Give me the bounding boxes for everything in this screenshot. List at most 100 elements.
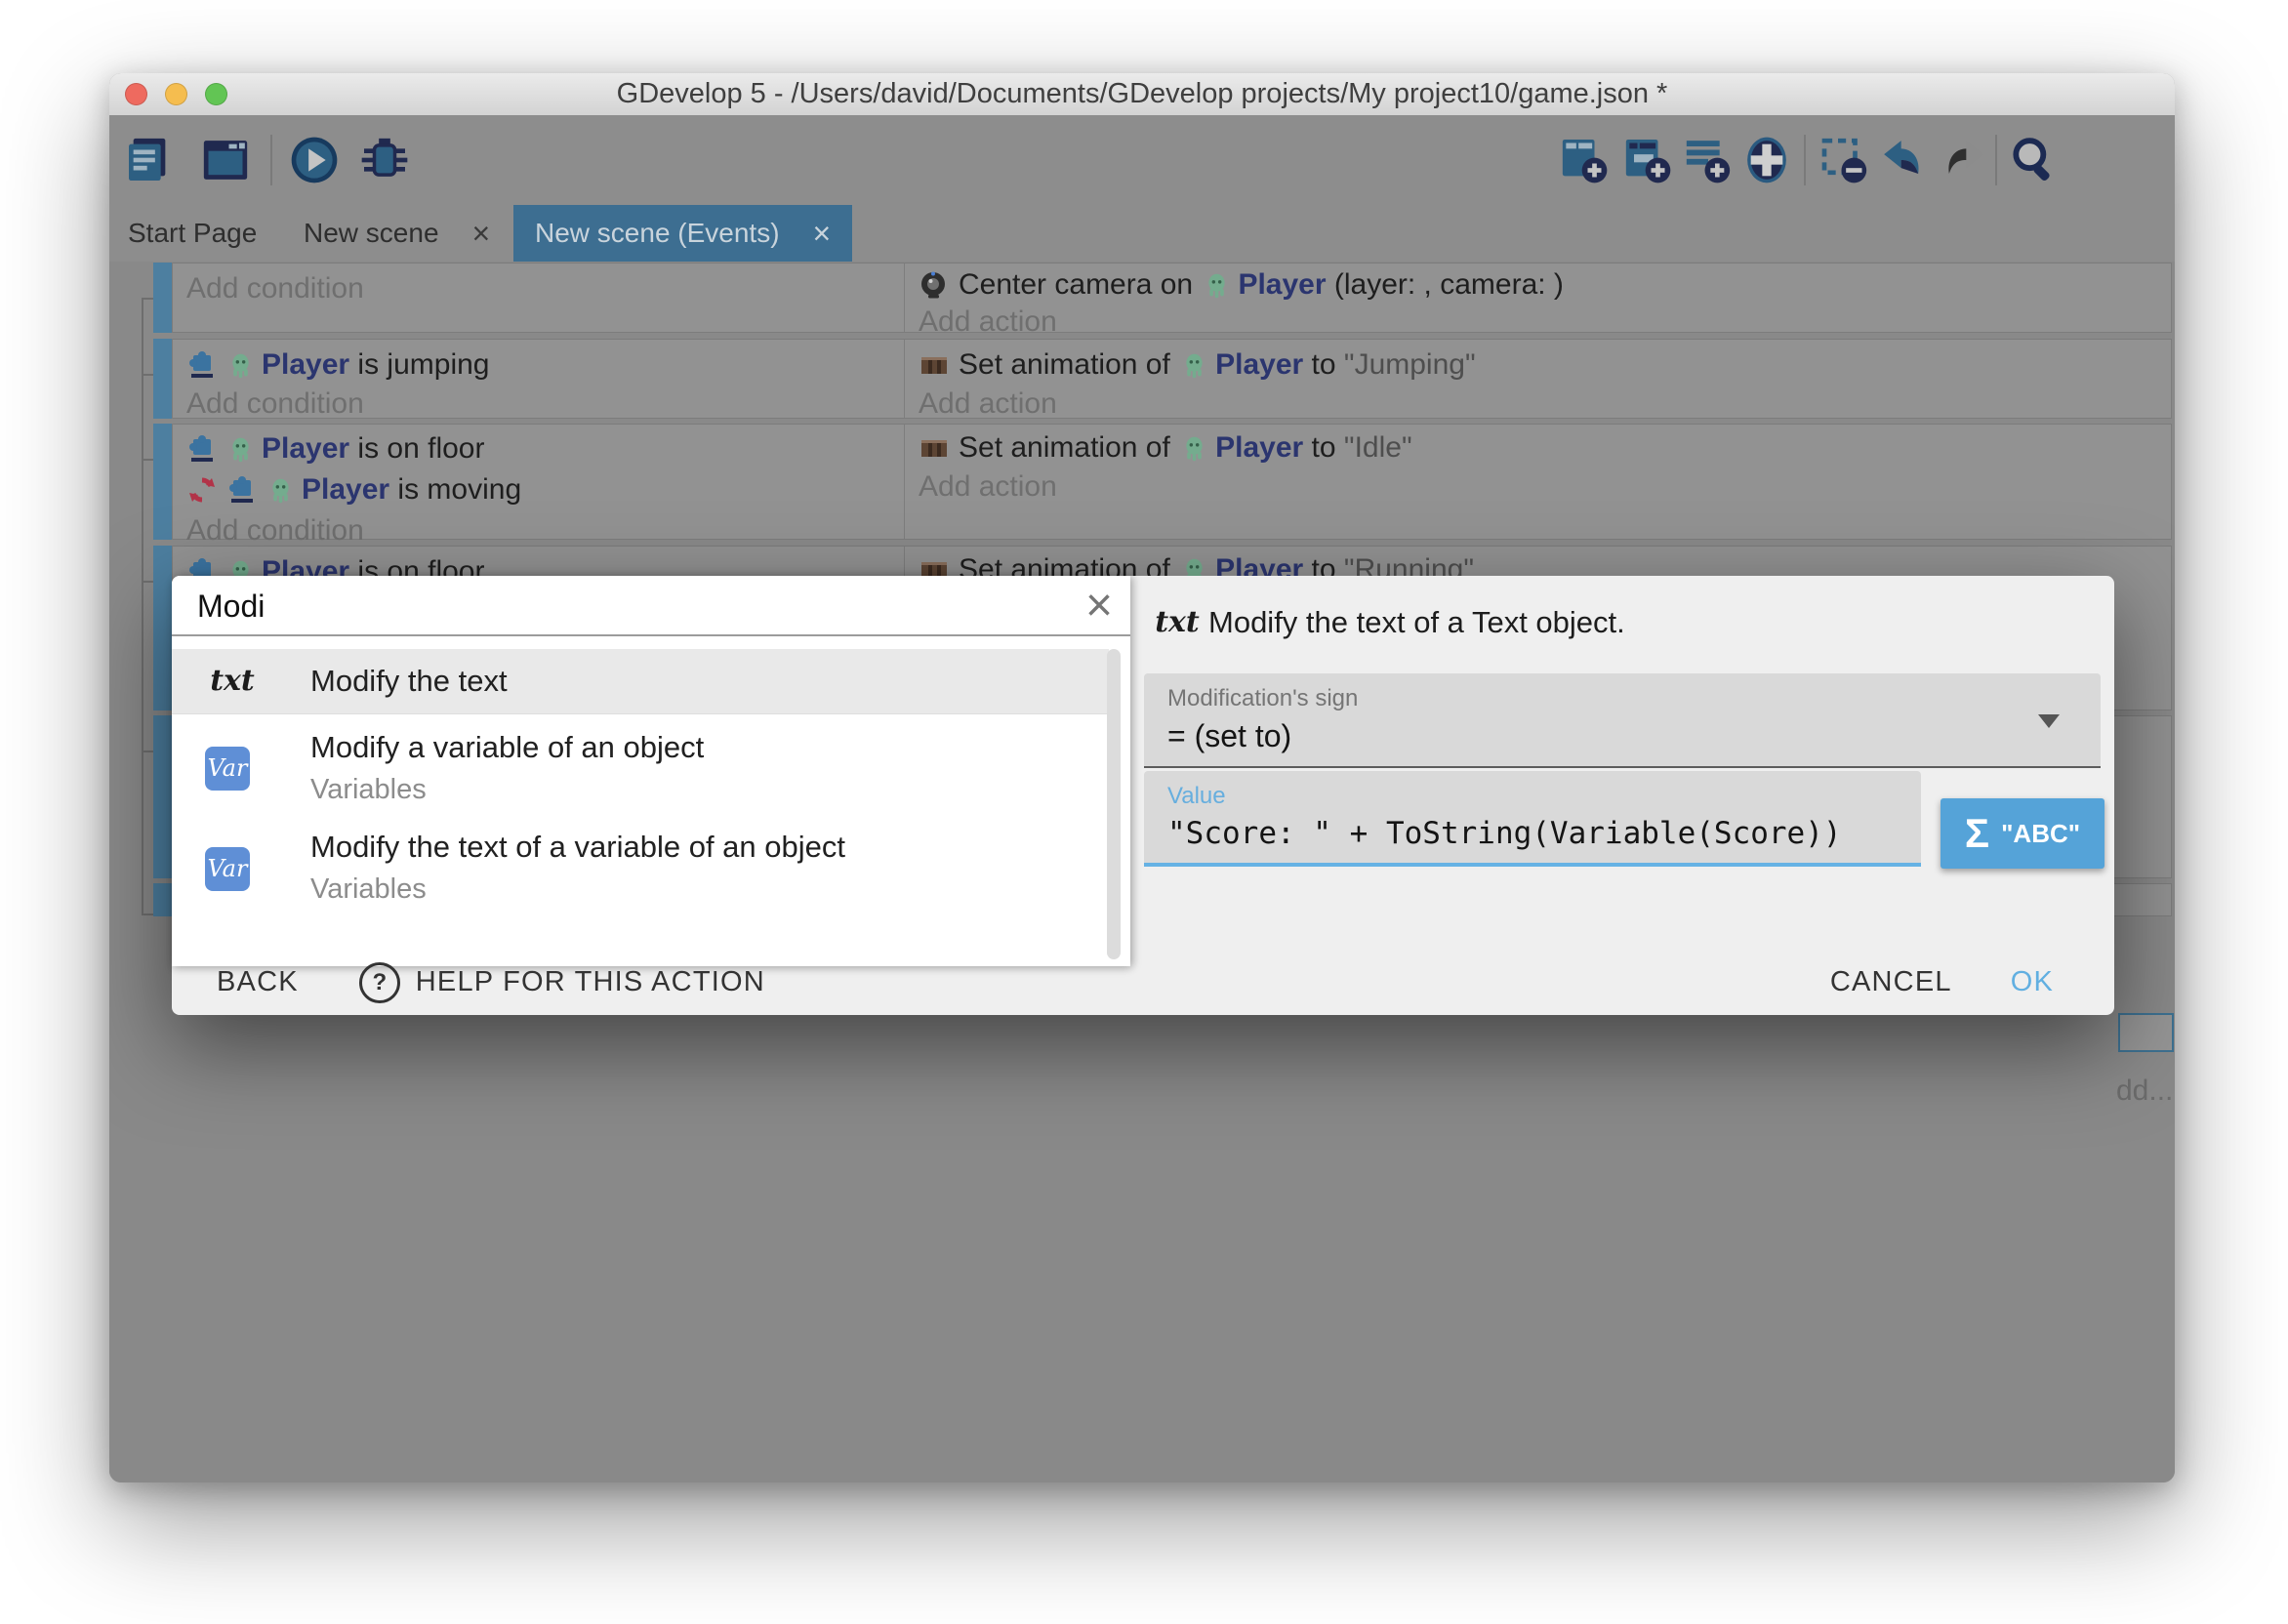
tab-start-page[interactable]: Start Page [128,205,257,262]
add-condition-button[interactable]: Add condition [186,511,898,550]
debug-icon[interactable] [357,133,412,187]
dropdown-caret-icon [2038,714,2060,728]
add-event-icon[interactable] [1557,133,1612,187]
close-icon[interactable]: × [1085,578,1113,634]
dialog-title: Modify the text of a Text object. [1208,595,1625,650]
object-name: Player [262,348,349,382]
tab-bar: Start Page New scene × New scene (Events… [109,205,2175,262]
object-name: Player [1238,268,1326,302]
camera-icon [919,269,950,301]
list-item-modify-variable[interactable]: Var Modify a variable of an object Varia… [172,722,1109,816]
animation-icon [919,349,950,381]
object-icon [1180,351,1208,380]
toolbar: Start Page New scene × New scene (Events… [109,115,2175,262]
remove-selection-icon[interactable] [1818,133,1872,187]
search-icon[interactable] [2007,133,2062,187]
action-parameter: "Idle" [1344,431,1412,465]
play-icon[interactable] [287,133,342,187]
expression-editor-button[interactable]: Σ "ABC" [1941,798,2104,869]
variable-icon: Var [205,747,250,791]
behavior-icon [186,349,218,381]
help-button[interactable]: ? HELP FOR THIS ACTION [359,962,765,1003]
project-manager-icon[interactable] [122,133,177,187]
list-scrollbar[interactable] [1107,649,1121,959]
object-icon [226,435,255,464]
toolbar-separator [1804,135,1806,185]
text-object-icon: txt [1150,595,1205,650]
condition-text[interactable]: Player is on floor [186,429,898,468]
condition-text[interactable]: Player is moving [186,470,898,509]
condition-text[interactable]: Player is jumping [186,345,898,385]
add-new-icon[interactable] [1739,133,1794,187]
back-button[interactable]: BACK [217,966,299,998]
window-title: GDevelop 5 - /Users/david/Documents/GDev… [109,73,2175,115]
conditions-cell: Add condition [173,264,904,332]
inline-field-fragment [2118,1013,2174,1052]
field-label: Value [1167,783,1226,810]
add-action-button[interactable]: Add action [919,385,2165,424]
actions-cell: Center camera on Player (layer: , camera… [904,264,2171,332]
add-condition-button[interactable]: Add condition [186,385,898,424]
event-selection-bar [153,546,172,710]
search-input[interactable] [195,582,960,630]
tab-close-icon[interactable]: × [472,218,491,249]
toolbar-separator [1995,135,1997,185]
object-icon [266,476,295,505]
add-comment-icon[interactable] [1681,133,1736,187]
instruction-search-panel: × txt Modify the text Var Modify a varia… [172,576,1130,966]
add-subevent-icon[interactable] [1620,133,1675,187]
object-name: Player [1215,431,1303,465]
event-selection-bar [153,339,172,419]
tab-new-scene[interactable]: New scene × [304,205,490,262]
event-row[interactable]: Player is jumping Add condition Set anim… [172,339,2172,419]
event-selection-bar [153,263,172,333]
animation-icon [919,432,950,464]
instruction-editor-dialog: txt Modify the text of a Text object. Mo… [172,576,2114,1015]
event-tree-line [142,298,143,915]
add-condition-button[interactable]: Add condition [186,269,898,308]
cancel-button[interactable]: CANCEL [1830,966,1952,998]
text-action-icon: txt [201,649,264,713]
tab-close-icon[interactable]: × [813,218,832,249]
behavior-icon [226,474,258,506]
event-row[interactable]: Player is on floor Player is moving Add … [172,424,2172,540]
field-value: = (set to) [1167,718,1291,754]
title-bar: GDevelop 5 - /Users/david/Documents/GDev… [109,73,2175,116]
event-row[interactable]: Add condition Center camera on Player (l… [172,263,2172,333]
action-text[interactable]: Set animation of Player to "Jumping" [919,345,2165,385]
toolbar-separator [270,135,272,185]
object-name: Player [262,432,349,466]
app-window: GDevelop 5 - /Users/david/Documents/GDev… [109,73,2175,1482]
action-text[interactable]: Set animation of Player to "Idle" [919,428,2165,467]
action-parameter: "Jumping" [1344,348,1476,382]
list-item-modify-variable-text[interactable]: Var Modify the text of a variable of an … [172,822,1109,915]
variable-icon: Var [205,847,250,891]
actions-cell: Set animation of Player to "Idle" Add ac… [904,425,2171,539]
event-selection-bar [153,715,172,878]
event-selection-bar [153,424,172,540]
help-icon: ? [359,962,400,1003]
action-text[interactable]: Center camera on Player (layer: , camera… [919,265,2165,304]
conditions-cell: Player is on floor Player is moving Add … [173,425,904,539]
actions-cell: Set animation of Player to "Jumping" Add… [904,340,2171,418]
value-input[interactable]: Value "Score: " + ToString(Variable(Scor… [1144,771,1921,867]
tab-new-scene-events[interactable]: New scene (Events) × [513,205,852,262]
event-selection-bar [153,883,172,916]
value-expression: "Score: " + ToString(Variable(Score)) [1167,816,1842,851]
modification-sign-select[interactable]: Modification's sign = (set to) [1144,673,2101,768]
add-action-button[interactable]: Add action [919,467,2165,507]
add-placeholder-fragment: dd... [2116,1075,2173,1108]
object-name: Player [302,473,389,507]
add-action-button[interactable]: Add action [919,303,2165,342]
undo-icon[interactable] [1876,133,1931,187]
conditions-cell: Player is jumping Add condition [173,340,904,418]
invert-icon [186,474,218,506]
scene-editor-icon[interactable] [198,133,253,187]
object-icon [1180,434,1208,463]
ok-button[interactable]: OK [2011,966,2054,998]
redo-icon[interactable] [1937,133,1991,187]
abc-label: "ABC" [2001,819,2080,849]
behavior-icon [186,433,218,465]
list-item-modify-text[interactable]: txt Modify the text [172,649,1109,714]
object-name: Player [1215,348,1303,382]
